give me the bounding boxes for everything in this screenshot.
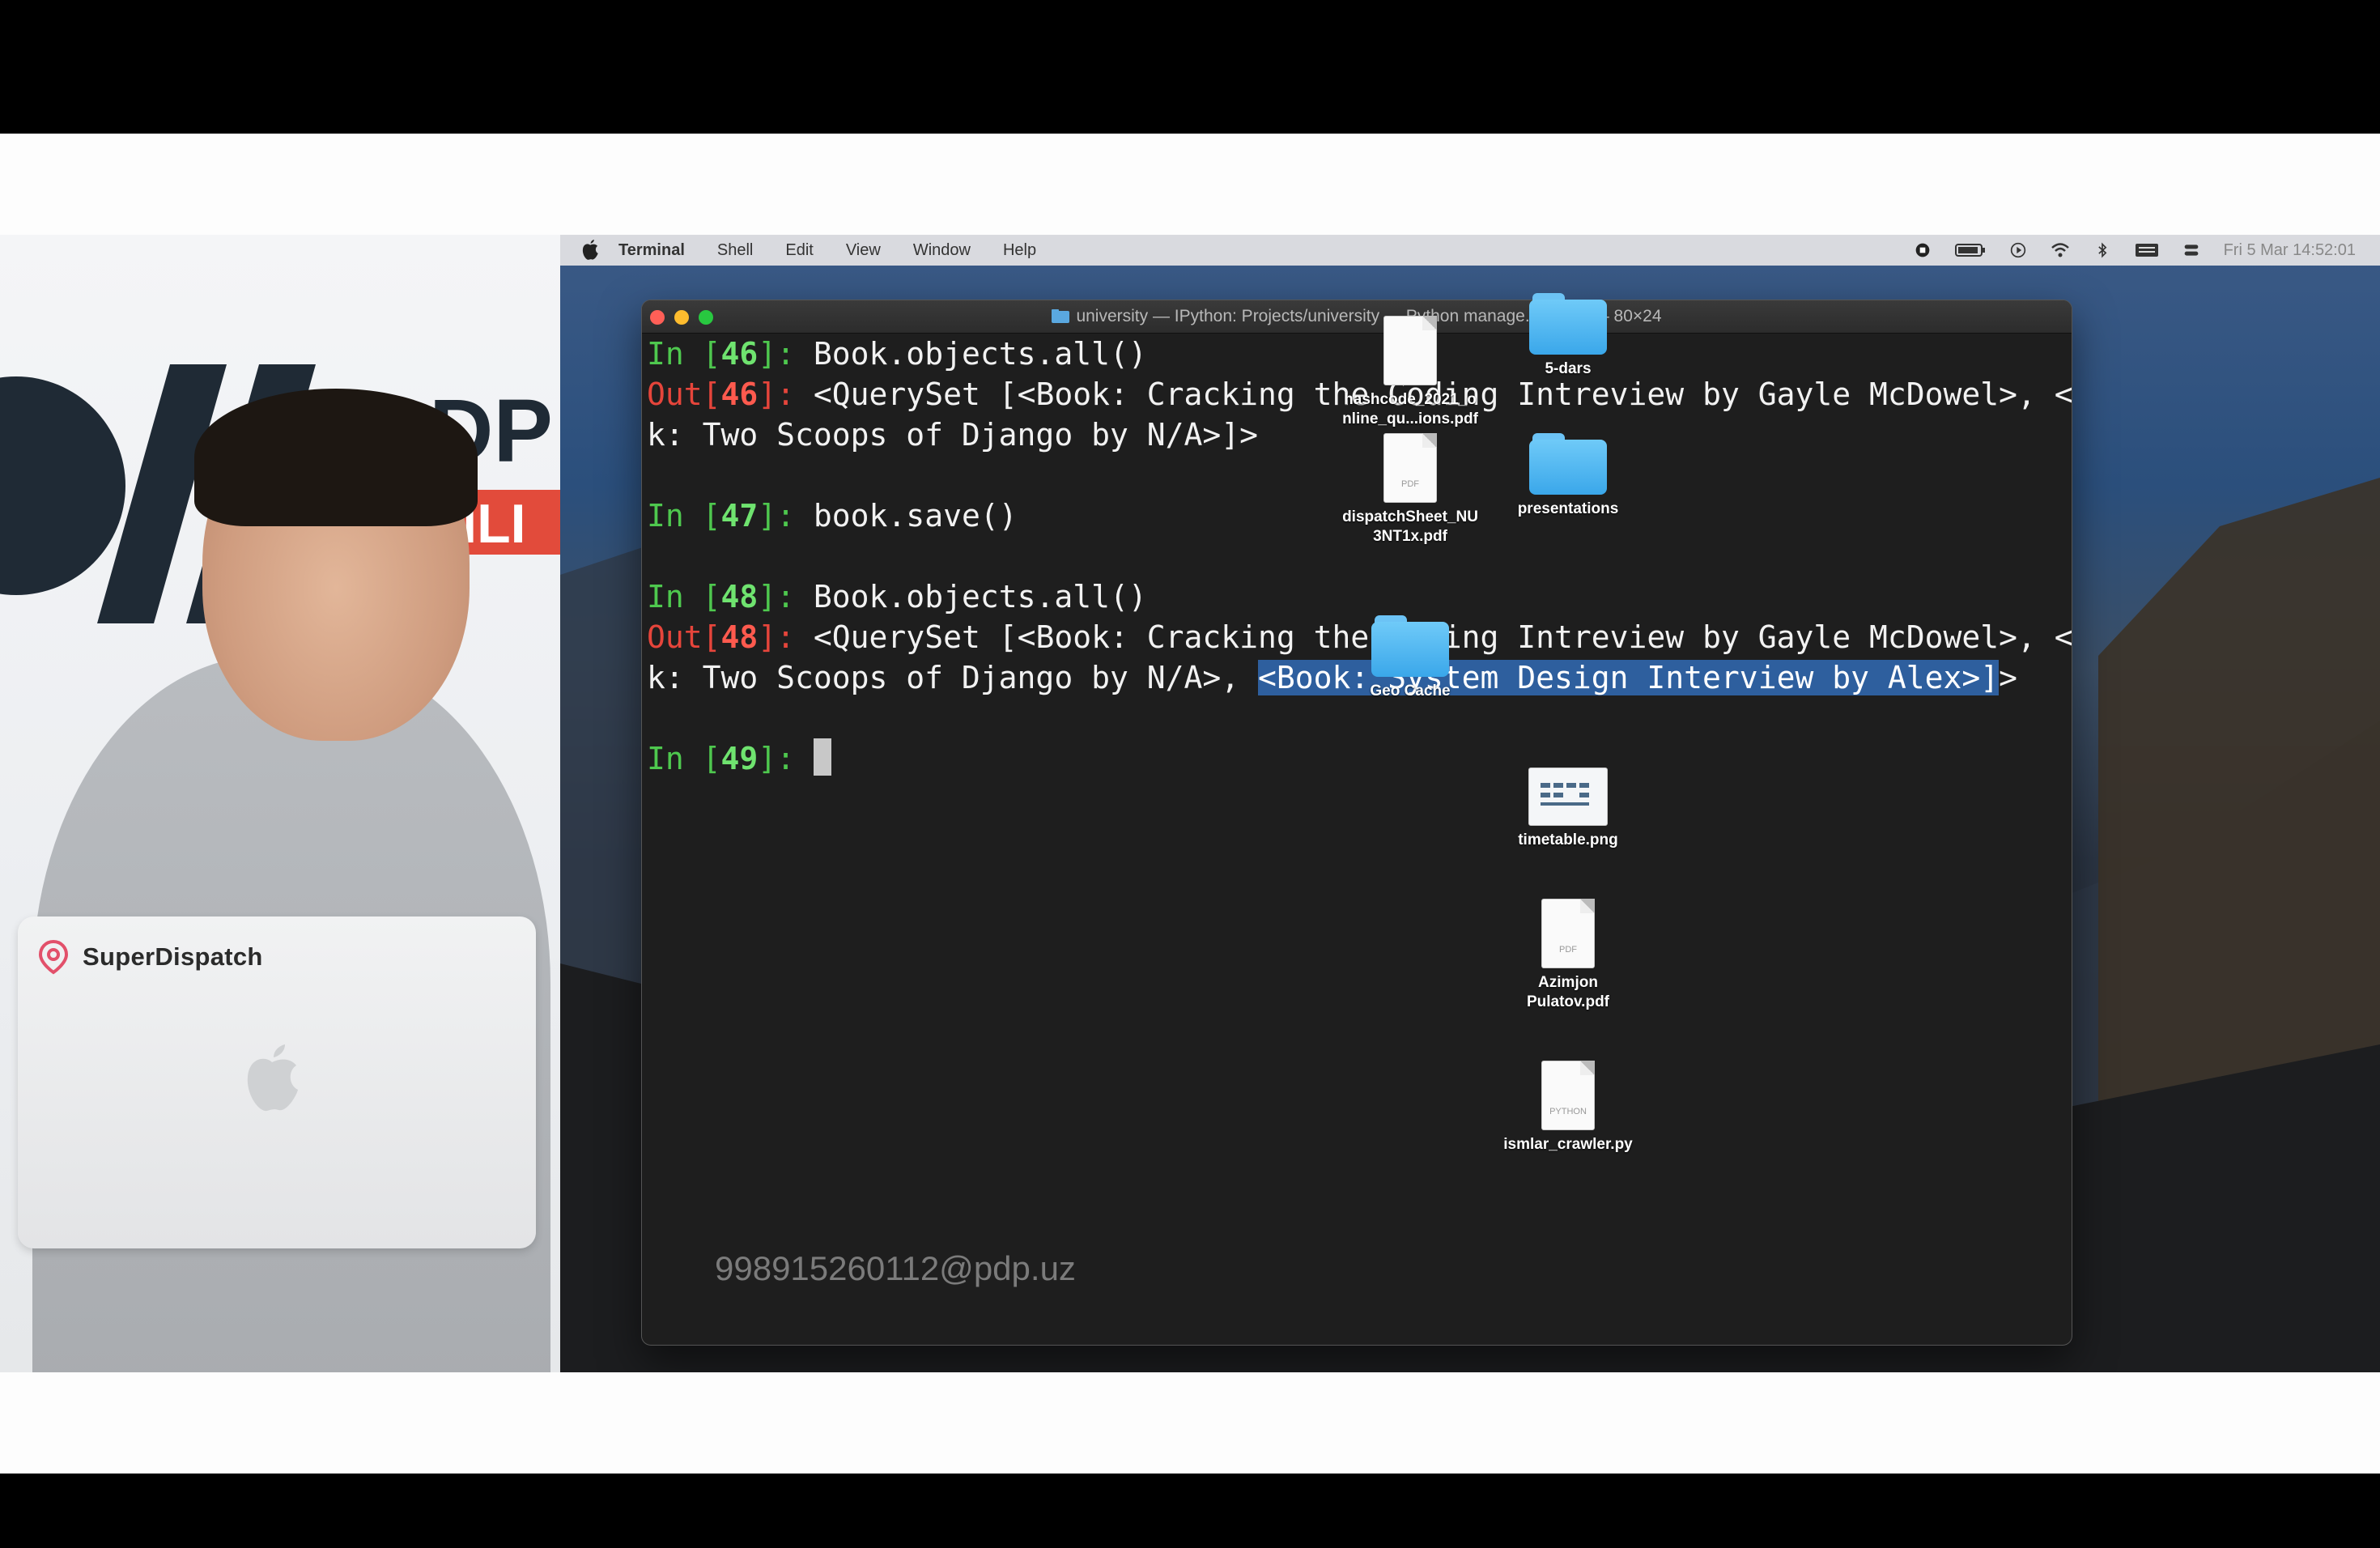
desktop-icon-ismlar-py[interactable]: PYTHON ismlar_crawler.py — [1499, 1061, 1637, 1155]
prompt-close: ]: — [758, 336, 814, 372]
pdf-file-icon: PDF — [1541, 899, 1595, 968]
command-text: Book.objects.all() — [813, 336, 1147, 372]
keyboard-icon[interactable] — [2135, 242, 2159, 258]
prompt-label: In [ — [647, 498, 721, 534]
menu-window[interactable]: Window — [913, 241, 971, 260]
desktop-icon-presentations[interactable]: presentations — [1499, 433, 1637, 519]
output-text: k: Two Scoops of Django by N/A>, — [647, 660, 1258, 695]
bottom-letterbox — [0, 1474, 2380, 1548]
pdf-file-icon: PDF — [1383, 433, 1437, 503]
apple-logo-icon — [247, 1044, 298, 1112]
desktop-icon-label: timetable.png — [1518, 831, 1618, 848]
play-icon[interactable] — [2008, 242, 2028, 258]
menu-clock[interactable]: Fri 5 Mar 14:52:01 — [2224, 241, 2356, 260]
person-hair — [194, 389, 478, 526]
desktop-icon-label: presentations — [1517, 500, 1619, 517]
folder-icon — [1052, 309, 1070, 323]
prompt-number: 46 — [720, 336, 759, 372]
bluetooth-icon[interactable] — [2093, 242, 2112, 258]
apple-menu-icon[interactable] — [581, 240, 618, 261]
desktop-icon-label: dispatchSheet_NU 3NT1x.pdf — [1342, 508, 1478, 545]
prompt-close: ]: — [758, 619, 814, 655]
top-white-band — [0, 134, 2380, 235]
python-file-icon: PYTHON — [1541, 1061, 1595, 1130]
desktop-icon-5-dars[interactable]: 5-dars — [1499, 293, 1637, 379]
desktop-icon-timetable[interactable]: timetable.png — [1499, 768, 1637, 850]
prompt-number: 46 — [720, 376, 759, 412]
menu-shell[interactable]: Shell — [717, 241, 753, 260]
prompt-number: 47 — [720, 498, 759, 534]
desktop-icon-dispatch-pdf[interactable]: PDF dispatchSheet_NU 3NT1x.pdf — [1341, 433, 1479, 546]
top-letterbox — [0, 0, 2380, 134]
bottom-white-band — [0, 1372, 2380, 1474]
text-cursor — [813, 738, 831, 776]
menu-help[interactable]: Help — [1003, 241, 1036, 260]
prompt-number: 48 — [720, 579, 759, 615]
prompt-number: 49 — [720, 741, 759, 776]
menu-bar: Terminal Shell Edit View Window Help Fri… — [560, 235, 2380, 266]
desktop-icon-label: Geo Cache — [1370, 683, 1451, 700]
desktop-icon-hashcode-pdf[interactable]: hashcode_2021_o nline_qu...ions.pdf — [1341, 316, 1479, 429]
desktop-icon-label: 5-dars — [1545, 360, 1592, 377]
location-pin-icon — [38, 939, 69, 975]
command-text: Book.objects.all() — [813, 579, 1147, 615]
image-file-icon — [1528, 768, 1608, 826]
output-text: > — [1999, 660, 2017, 695]
prompt-label: In [ — [647, 336, 721, 372]
prompt-label: In [ — [647, 579, 721, 615]
superdispatch-sticker: SuperDispatch — [36, 939, 263, 975]
prompt-close: ]: — [758, 741, 814, 776]
prompt-close: ]: — [758, 498, 814, 534]
status-area: Fri 5 Mar 14:52:01 — [1913, 235, 2356, 266]
wifi-icon[interactable] — [2051, 242, 2070, 258]
desktop-icon-geo-cache[interactable]: Geo Cache — [1341, 615, 1479, 701]
input-line: In [48]: Book.objects.all() — [647, 576, 2067, 617]
menu-app-terminal[interactable]: Terminal — [618, 241, 685, 260]
prompt-label: Out[ — [647, 619, 721, 655]
control-center-icon[interactable] — [2182, 242, 2201, 258]
webcam-overlay: DP NLI SuperDispatch — [0, 235, 560, 1372]
prompt-label: Out[ — [647, 376, 721, 412]
output-text: k: Two Scoops of Django by N/A>]> — [647, 417, 1258, 453]
desktop-icon-label: ismlar_crawler.py — [1503, 1136, 1633, 1153]
record-stop-icon[interactable] — [1913, 242, 1932, 258]
email-watermark: 998915260112@pdp.uz — [715, 1249, 1076, 1287]
prompt-number: 48 — [720, 619, 759, 655]
desktop-icon-label: Azimjon Pulatov.pdf — [1526, 974, 1610, 1010]
desktop-icon-azimjon-pdf[interactable]: PDF Azimjon Pulatov.pdf — [1499, 899, 1637, 1012]
sticker-brand: SuperDispatch — [83, 942, 263, 971]
desktop-icon-label: hashcode_2021_o nline_qu...ions.pdf — [1342, 391, 1478, 427]
folder-icon — [1529, 433, 1607, 495]
prompt-close: ]: — [758, 579, 814, 615]
battery-icon[interactable] — [1954, 242, 1986, 258]
macos-desktop: Terminal Shell Edit View Window Help Fri… — [560, 235, 2380, 1372]
menu-view[interactable]: View — [846, 241, 881, 260]
folder-icon — [1529, 293, 1607, 355]
folder-icon — [1371, 615, 1449, 677]
prompt-label: In [ — [647, 741, 721, 776]
command-text: book.save() — [813, 498, 1018, 534]
input-line: In [49]: — [647, 738, 2067, 779]
menu-edit[interactable]: Edit — [785, 241, 813, 260]
prompt-close: ]: — [758, 376, 814, 412]
pdf-file-icon — [1383, 316, 1437, 385]
